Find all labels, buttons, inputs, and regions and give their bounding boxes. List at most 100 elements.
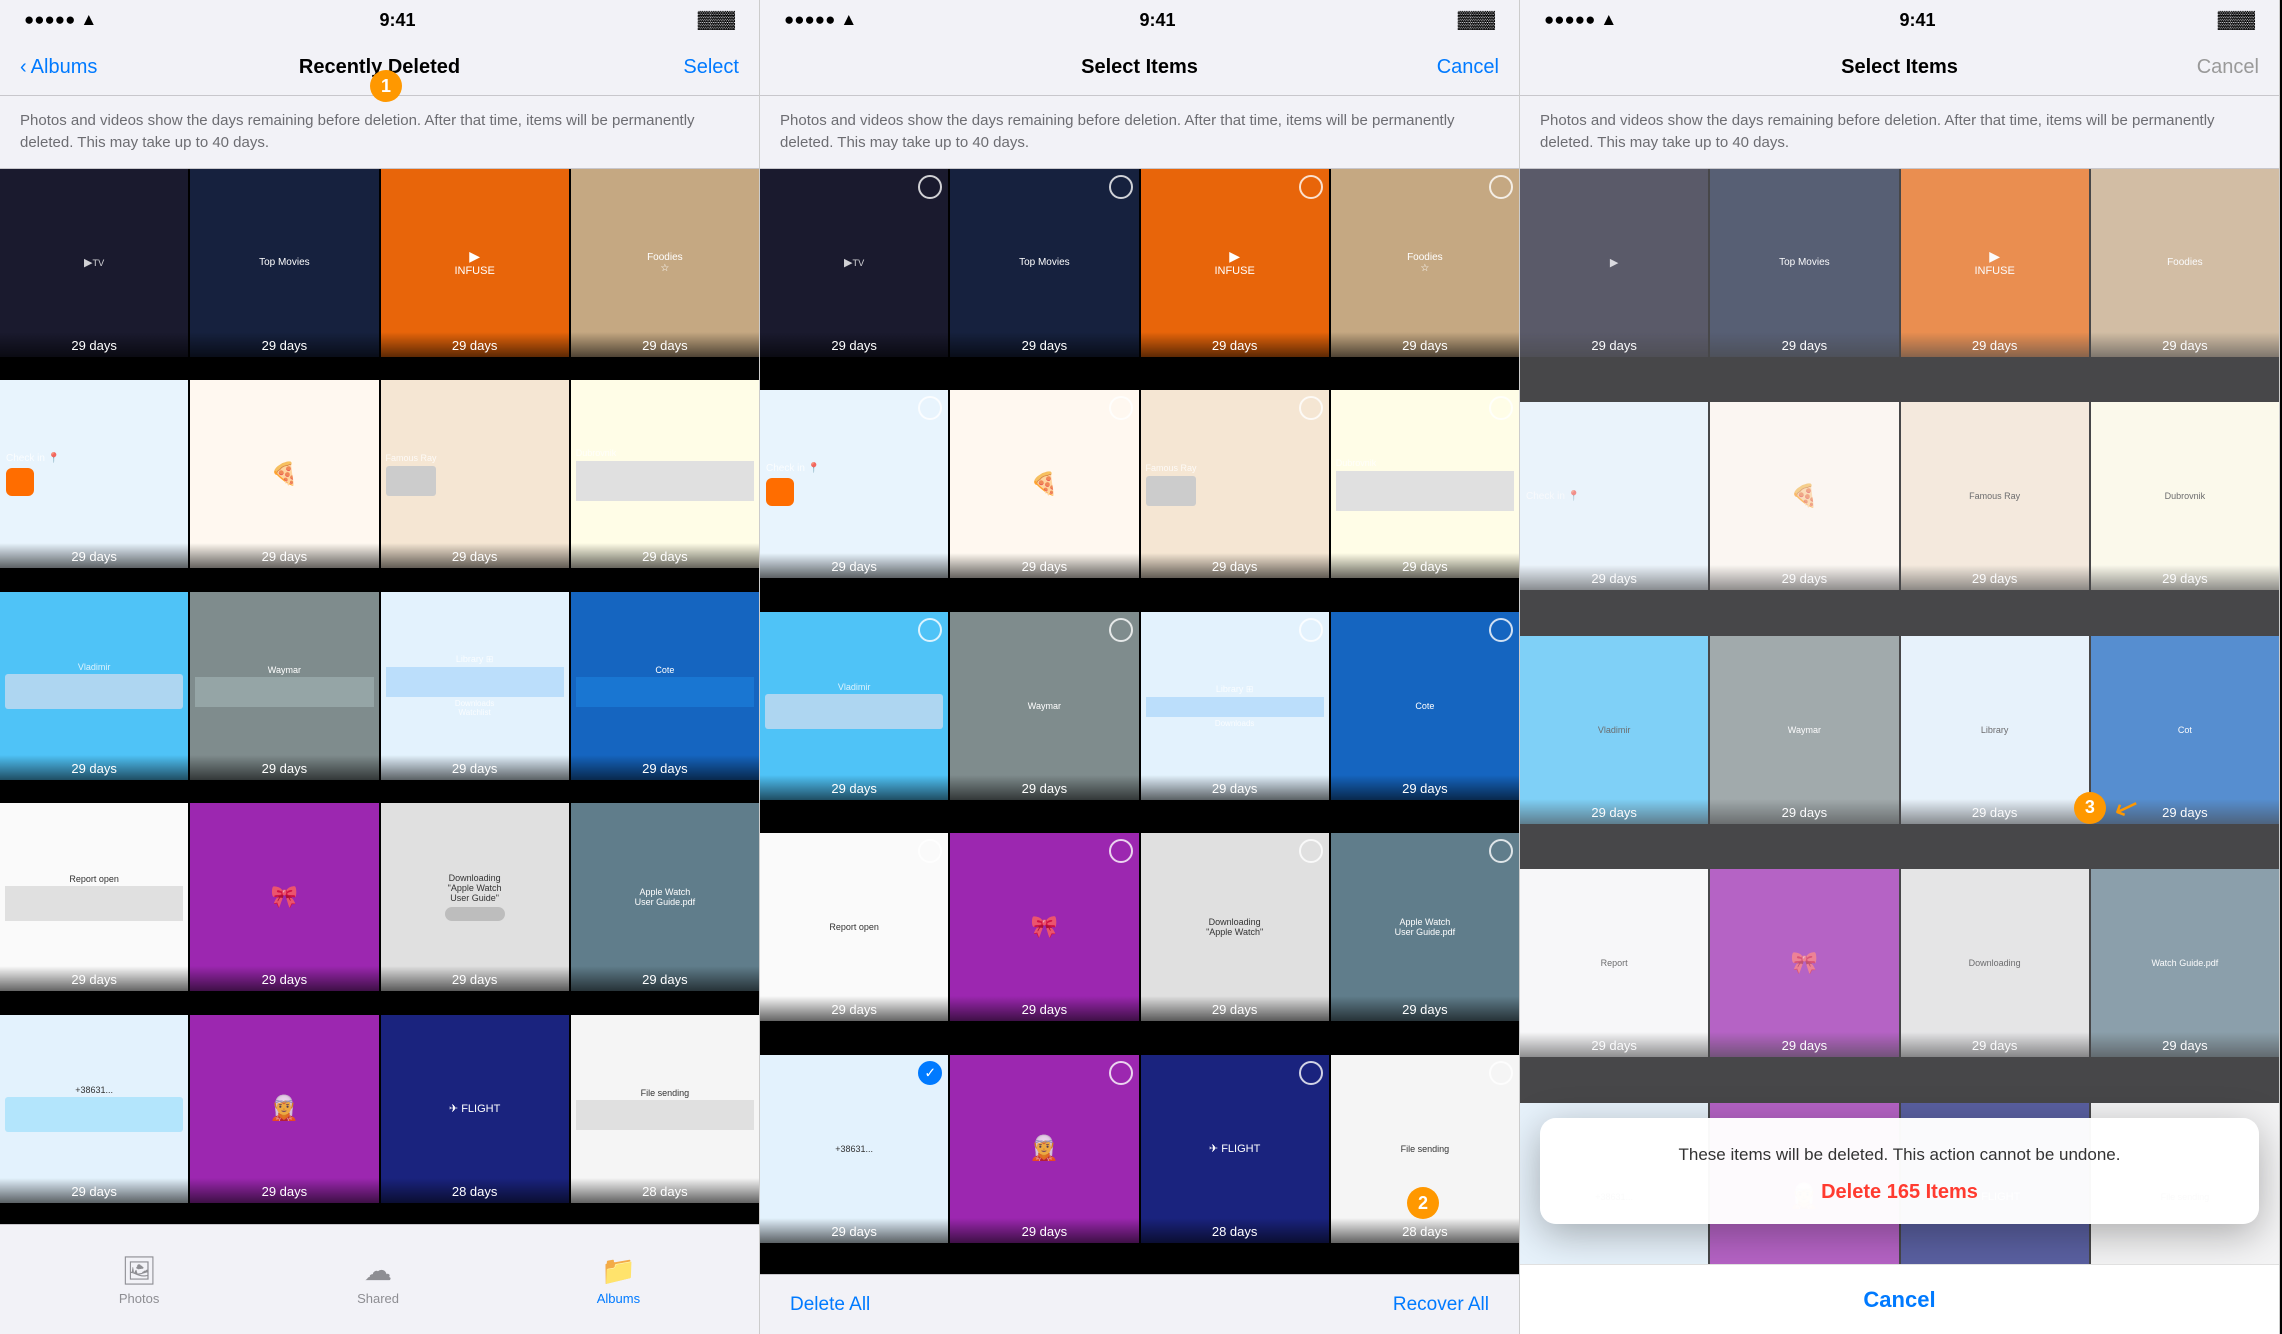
photo-cell[interactable]: Waymar29 days [190, 592, 378, 780]
photo-cell[interactable]: ▶TV29 days [0, 169, 188, 357]
tab-albums-label: Albums [597, 1291, 640, 1306]
select-circle[interactable] [1299, 618, 1323, 642]
photo-thumb: 🍕 [1710, 402, 1898, 590]
days-label: 29 days [381, 332, 569, 357]
select-circle[interactable] [1109, 839, 1133, 863]
photo-cell[interactable]: Waymar29 days [950, 612, 1138, 800]
photo-cell[interactable]: 🍕29 days [950, 390, 1138, 578]
photo-cell[interactable]: 🍕29 days [190, 380, 378, 568]
photo-cell[interactable]: 🧝29 days [190, 1015, 378, 1203]
photo-cell[interactable]: Report open29 days [760, 833, 948, 1021]
photo-cell: Foodies29 days [2091, 169, 2279, 357]
photo-thumb: Top Movies [1710, 169, 1898, 357]
photo-cell[interactable]: Library ⊞Downloads29 days [1141, 612, 1329, 800]
select-circle[interactable] [1109, 618, 1133, 642]
photo-cell: ▶29 days [1520, 169, 1708, 357]
photo-thumb: Waymar [190, 592, 378, 780]
status-bar-2: ●●●●● ▲ 9:41 ▓▓▓ [760, 0, 1519, 40]
photo-cell: Vladimir29 days [1520, 636, 1708, 824]
photo-cell[interactable]: Top Movies29 days [190, 169, 378, 357]
photo-cell[interactable]: 🧝29 days [950, 1055, 1138, 1243]
photo-thumb: Downloading [1901, 869, 2089, 1057]
days-label: 29 days [760, 332, 948, 357]
photo-cell[interactable]: 🎀29 days [950, 833, 1138, 1021]
panel-alert-dialog: ●●●●● ▲ 9:41 ▓▓▓ ‹ Select Items Cancel P… [1520, 0, 2280, 1334]
photo-cell[interactable]: Downloading"Apple WatchUser Guide"29 day… [381, 803, 569, 991]
photo-cell[interactable]: 🎀29 days [190, 803, 378, 991]
days-label: 29 days [1141, 775, 1329, 800]
select-circle[interactable] [918, 175, 942, 199]
status-bar-3: ●●●●● ▲ 9:41 ▓▓▓ [1520, 0, 2279, 40]
photo-cell[interactable]: Foodies☆29 days [1331, 169, 1519, 357]
cancel-button-3[interactable]: Cancel [2159, 56, 2259, 79]
photo-cell[interactable]: Foodies☆29 days [571, 169, 759, 357]
photo-cell[interactable]: Check in 📍29 days [760, 390, 948, 578]
photo-cell[interactable]: Famous Ray29 days [1141, 390, 1329, 578]
photo-cell[interactable]: ✈ FLIGHT28 days [1141, 1055, 1329, 1243]
photos-icon: 🖼 [121, 1254, 157, 1287]
select-circle[interactable] [1489, 175, 1513, 199]
recover-all-button[interactable]: Recover All [1393, 1294, 1489, 1316]
alert-dialog: These items will be deleted. This action… [1540, 1118, 2259, 1225]
photo-cell[interactable]: ▶TV29 days [760, 169, 948, 357]
select-circle[interactable] [1109, 175, 1133, 199]
photo-thumb: Dubrovnik [571, 380, 759, 568]
days-label: 29 days [190, 1178, 378, 1203]
photo-cell[interactable]: Vladimir29 days [0, 592, 188, 780]
battery-icon-3: ▓▓▓ [2218, 10, 2255, 30]
wifi-icon-2: ▲ [840, 10, 857, 30]
photo-thumb: ▶INFUSE [1901, 169, 2089, 357]
select-circle[interactable] [1109, 396, 1133, 420]
select-button[interactable]: Select [639, 56, 739, 79]
select-circle[interactable] [1489, 839, 1513, 863]
photo-cell[interactable]: ✈ FLIGHT28 days [381, 1015, 569, 1203]
select-circle[interactable] [1299, 1061, 1323, 1085]
photo-cell[interactable]: Top Movies29 days [950, 169, 1138, 357]
photo-cell[interactable]: Dubrovnik29 days [1331, 390, 1519, 578]
photo-cell[interactable]: Cote29 days [1331, 612, 1519, 800]
alert-cancel-button[interactable]: Cancel [1863, 1287, 1935, 1313]
photo-cell[interactable]: +38631...29 days [760, 1055, 948, 1243]
days-label: 29 days [1710, 799, 1898, 824]
photo-cell[interactable]: Cote29 days [571, 592, 759, 780]
select-circle[interactable] [1489, 1061, 1513, 1085]
photo-cell[interactable]: File sending28 days [571, 1015, 759, 1203]
step-badge-3: 3 [2074, 792, 2106, 824]
tab-albums[interactable]: 📁 Albums [597, 1254, 640, 1306]
select-circle[interactable] [1489, 396, 1513, 420]
battery-area: ▓▓▓ [698, 10, 735, 30]
photo-cell[interactable]: +38631...29 days [0, 1015, 188, 1203]
select-circle[interactable] [1299, 396, 1323, 420]
tab-photos[interactable]: 🖼 Photos [119, 1254, 159, 1306]
photo-cell[interactable]: Report open29 days [0, 803, 188, 991]
select-circle[interactable] [1299, 839, 1323, 863]
photo-cell[interactable]: Check in 📍29 days [0, 380, 188, 568]
photo-thumb: Vladimir [1520, 636, 1708, 824]
photo-cell[interactable]: Dubrovnik29 days [571, 380, 759, 568]
photo-cell[interactable]: ▶INFUSE29 days [1141, 169, 1329, 357]
photo-cell[interactable]: ▶INFUSE29 days [381, 169, 569, 357]
back-button-1[interactable]: ‹ Albums [20, 56, 120, 79]
days-label: 29 days [1520, 565, 1708, 590]
alert-cancel-bar: Cancel [1520, 1264, 2279, 1334]
select-circle[interactable] [1109, 1061, 1133, 1085]
select-circle-selected[interactable] [918, 1061, 942, 1085]
photo-cell[interactable]: Apple WatchUser Guide.pdf29 days [1331, 833, 1519, 1021]
select-circle[interactable] [918, 618, 942, 642]
photo-thumb: Cote [571, 592, 759, 780]
days-label: 29 days [0, 1178, 188, 1203]
photo-cell[interactable]: Famous Ray29 days [381, 380, 569, 568]
photo-thumb: ▶ [1520, 169, 1708, 357]
delete-all-button[interactable]: Delete All [790, 1294, 870, 1316]
cancel-button-2[interactable]: Cancel [1399, 56, 1499, 79]
tab-shared[interactable]: ☁ Shared [357, 1254, 399, 1306]
photo-cell[interactable]: Apple WatchUser Guide.pdf29 days [571, 803, 759, 991]
photo-cell[interactable]: Downloading"Apple Watch"29 days [1141, 833, 1329, 1021]
photo-cell[interactable]: Vladimir29 days [760, 612, 948, 800]
select-circle[interactable] [1489, 618, 1513, 642]
delete-items-button[interactable]: Delete 165 Items [1560, 1181, 2239, 1204]
photo-thumb: Apple WatchUser Guide.pdf [571, 803, 759, 991]
photo-cell[interactable]: Library ⊞DownloadsWatchlist29 days [381, 592, 569, 780]
photo-thumb: Library [1901, 636, 2089, 824]
select-circle[interactable] [1299, 175, 1323, 199]
